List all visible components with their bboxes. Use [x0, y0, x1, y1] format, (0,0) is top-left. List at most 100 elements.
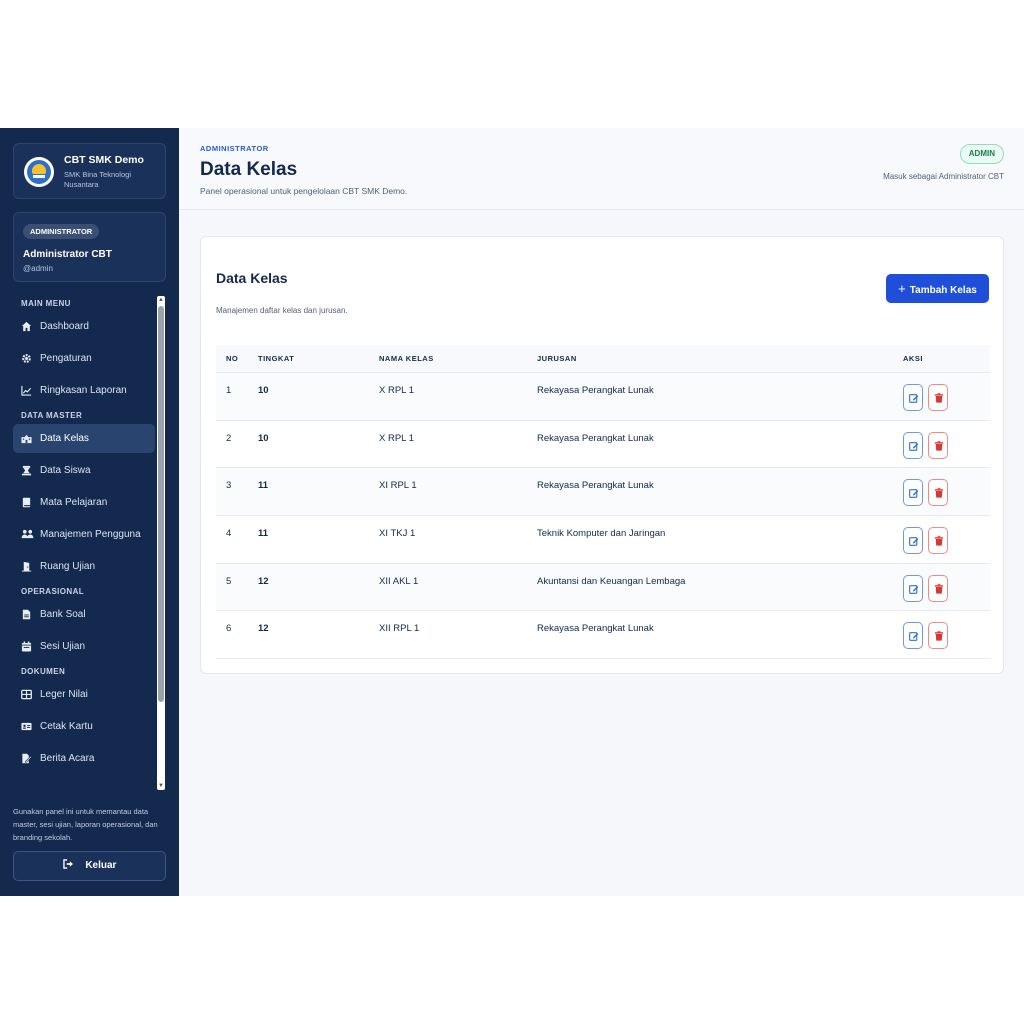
- delete-button[interactable]: [928, 622, 948, 650]
- cell-jurusan: Rekayasa Perangkat Lunak: [537, 480, 654, 492]
- trash-icon: [934, 631, 944, 642]
- scroll-up-arrow-icon[interactable]: ▲: [157, 296, 165, 304]
- app-screen: CBT SMK Demo SMK Bina Teknologi Nusantar…: [0, 128, 1024, 896]
- sidebar-item-leger-nilai[interactable]: Leger Nilai: [13, 680, 155, 709]
- cell-nama-kelas: XII RPL 1: [379, 623, 420, 635]
- edit-button[interactable]: [903, 384, 923, 411]
- add-kelas-label: Tambah Kelas: [909, 285, 977, 296]
- calendar-icon: [21, 641, 32, 652]
- kelas-table: NO TINGKAT NAMA KELAS JURUSAN AKSI 1 10 …: [216, 345, 990, 660]
- column-header-no[interactable]: NO: [226, 345, 238, 373]
- edit-button[interactable]: [903, 574, 923, 602]
- sidebar-item-data-kelas[interactable]: Data Kelas: [13, 424, 155, 453]
- add-kelas-button[interactable]: + Tambah Kelas: [886, 274, 989, 303]
- cell-nama-kelas: XI RPL 1: [379, 480, 417, 492]
- page-header: ADMINISTRATOR Data Kelas Panel operasion…: [179, 128, 1024, 210]
- cell-tingkat: 12: [258, 575, 269, 587]
- scrollbar-thumb[interactable]: [158, 306, 164, 702]
- logout-label: Keluar: [85, 860, 117, 871]
- sidebar-item-label: Sesi Ujian: [40, 641, 86, 652]
- cell-nama-kelas: X RPL 1: [379, 385, 415, 396]
- sidebar-item-ringkasan-laporan[interactable]: Ringkasan Laporan: [13, 376, 155, 405]
- plus-icon: +: [898, 281, 906, 296]
- sidebar-item-ruang-ujian[interactable]: Ruang Ujian: [13, 552, 155, 581]
- sidebar-menu: MAIN MENU Dashboard Pengaturan Ringkasan…: [13, 293, 155, 793]
- brand-subtitle: SMK Bina Teknologi Nusantara: [64, 170, 131, 189]
- sidebar: CBT SMK Demo SMK Bina Teknologi Nusantar…: [0, 128, 179, 896]
- user-handle: @admin: [23, 264, 53, 273]
- cell-no: 1: [226, 385, 232, 396]
- breadcrumb: ADMINISTRATOR: [200, 144, 269, 153]
- menu-section-master: DATA MASTER: [21, 411, 83, 420]
- sidebar-item-cetak-kartu[interactable]: Cetak Kartu: [13, 712, 155, 741]
- sidebar-item-data-siswa[interactable]: Data Siswa: [13, 456, 155, 485]
- sidebar-item-pengaturan[interactable]: Pengaturan: [13, 344, 155, 373]
- gear-icon: [21, 353, 32, 364]
- sidebar-item-bank-soal[interactable]: Bank Soal: [13, 600, 155, 629]
- table-icon: [21, 689, 32, 700]
- cell-jurusan: Rekayasa Perangkat Lunak: [537, 432, 654, 444]
- edit-button[interactable]: [903, 431, 923, 459]
- column-header-jurusan[interactable]: JURUSAN: [537, 345, 577, 373]
- trash-icon: [934, 536, 944, 546]
- sidebar-scrollbar[interactable]: ▲ ▼: [157, 296, 165, 790]
- delete-button[interactable]: [928, 479, 948, 507]
- delete-button[interactable]: [928, 527, 948, 555]
- edit-button[interactable]: [903, 527, 923, 555]
- home-icon: [21, 321, 32, 332]
- book-icon: [21, 497, 32, 508]
- student-icon: [21, 465, 32, 476]
- edit-button[interactable]: [903, 479, 923, 507]
- logout-icon: [62, 859, 81, 871]
- edit-icon: [909, 441, 919, 451]
- delete-button[interactable]: [928, 431, 948, 459]
- table-row: 6 12 XII RPL 1 Rekayasa Perangkat Lunak: [216, 611, 990, 660]
- delete-button[interactable]: [928, 574, 948, 602]
- sidebar-item-sesi-ujian[interactable]: Sesi Ujian: [13, 632, 155, 661]
- logout-button[interactable]: Keluar: [13, 851, 166, 881]
- table-row: 1 10 X RPL 1 Rekayasa Perangkat Lunak: [216, 373, 990, 421]
- cell-no: 2: [226, 432, 232, 444]
- table-row: 3 11 XI RPL 1 Rekayasa Perangkat Lunak: [216, 468, 990, 517]
- delete-button[interactable]: [928, 384, 948, 411]
- cell-nama-kelas: XII AKL 1: [379, 575, 419, 587]
- role-badge: ADMINISTRATOR: [23, 224, 100, 239]
- cell-no: 5: [226, 575, 232, 587]
- cell-nama-kelas: XI TKJ 1: [379, 528, 416, 540]
- login-info: Masuk sebagai Administrator CBT: [883, 172, 1004, 181]
- brand-title: CBT SMK Demo: [64, 154, 144, 166]
- school-logo-icon: [24, 157, 54, 187]
- edit-icon: [909, 489, 919, 499]
- edit-button[interactable]: [903, 622, 923, 650]
- cell-tingkat: 10: [258, 385, 269, 396]
- trash-icon: [934, 584, 944, 594]
- sidebar-item-berita-acara[interactable]: Berita Acara: [13, 744, 155, 773]
- scroll-down-arrow-icon[interactable]: ▼: [157, 782, 165, 790]
- edit-icon: [909, 394, 919, 403]
- sidebar-item-label: Data Kelas: [40, 433, 89, 444]
- column-header-nama-kelas[interactable]: NAMA KELAS: [379, 345, 434, 373]
- sidebar-item-label: Ruang Ujian: [40, 561, 96, 572]
- trash-icon: [934, 440, 944, 451]
- cell-jurusan: Teknik Komputer dan Jaringan: [537, 528, 666, 540]
- sidebar-item-label: Berita Acara: [40, 753, 95, 764]
- cell-tingkat: 12: [258, 623, 269, 635]
- cell-no: 6: [226, 623, 232, 635]
- cell-jurusan: Rekayasa Perangkat Lunak: [537, 385, 654, 396]
- cell-tingkat: 11: [258, 480, 269, 492]
- sidebar-item-dashboard[interactable]: Dashboard: [13, 312, 155, 341]
- menu-section-dokumen: DOKUMEN: [21, 667, 66, 676]
- cell-jurusan: Akuntansi dan Keuangan Lembaga: [537, 575, 686, 587]
- cell-no: 4: [226, 528, 232, 540]
- menu-section-main: MAIN MENU: [21, 299, 71, 308]
- user-name: Administrator CBT: [23, 249, 112, 260]
- table-row: 5 12 XII AKL 1 Akuntansi dan Keuangan Le…: [216, 563, 990, 612]
- sidebar-item-mata-pelajaran[interactable]: Mata Pelajaran: [13, 488, 155, 517]
- page-title: Data Kelas: [200, 159, 298, 180]
- sidebar-item-manajemen-pengguna[interactable]: Manajemen Pengguna: [13, 520, 155, 549]
- edit-icon: [909, 632, 919, 642]
- column-header-aksi: AKSI: [903, 354, 923, 363]
- brand-card[interactable]: CBT SMK Demo SMK Bina Teknologi Nusantar…: [13, 143, 166, 199]
- column-header-tingkat[interactable]: TINGKAT: [258, 345, 294, 373]
- sidebar-item-label: Data Siswa: [40, 465, 91, 476]
